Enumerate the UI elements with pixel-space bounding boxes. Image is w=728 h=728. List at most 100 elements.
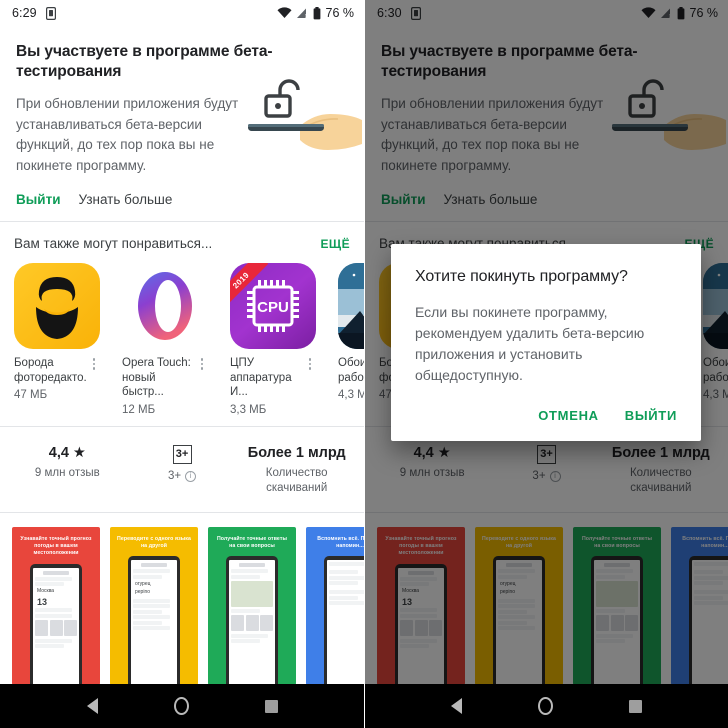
app-page-scroll-left[interactable]: Вы участвуете в программе бета-тестирова… <box>0 26 364 728</box>
opera-touch-icon[interactable] <box>122 263 208 349</box>
cpu-chip-icon[interactable]: CPU 2019 <box>230 263 316 349</box>
app-card-meta: Обои рабоч... 4,3 М <box>338 356 364 401</box>
beard-photo-editor-icon[interactable] <box>14 263 100 349</box>
suggestions-section: Вам также могут понравиться... ЕЩЁ <box>0 222 364 416</box>
status-bar-left: 6:29 76 % <box>0 0 364 26</box>
recents-square-icon[interactable] <box>264 699 278 713</box>
age-rating-badge: 3+ <box>172 444 192 464</box>
android-nav-bar[interactable] <box>0 684 364 728</box>
screenshot-carousel[interactable]: Узнавайте точный прогноз погоды в вашем … <box>0 512 364 685</box>
phone-screen: огурец pepino <box>131 560 177 685</box>
age-sub-row: 3+ i <box>125 469 240 484</box>
star-icon: ★ <box>72 444 86 461</box>
app-card-meta: Борода фоторедакто... 47 МБ <box>14 356 100 401</box>
info-icon[interactable]: i <box>185 470 197 482</box>
dialog-body: Если вы покинете программу, рекомендуем … <box>415 304 645 383</box>
learn-more-link[interactable]: Узнать больше <box>79 192 173 207</box>
app-size: 4,3 М <box>338 389 364 401</box>
phone-screen <box>327 560 364 685</box>
beta-program-card: Вы участвуете в программе бета-тестирова… <box>0 26 364 221</box>
overflow-menu-icon[interactable] <box>88 356 100 401</box>
downloads-sub: Количество скачиваний <box>265 466 328 494</box>
app-size: 3,3 МБ <box>230 403 267 416</box>
overflow-menu-icon[interactable] <box>196 356 208 416</box>
downloads-value: Более 1 млрд <box>247 444 346 461</box>
phone-screen <box>229 560 275 685</box>
phone-screen: Москва 13 <box>33 567 79 685</box>
app-card-meta: ЦПУ аппаратура И... 3,3 МБ <box>230 356 316 416</box>
age-sub: 3+ <box>167 469 182 482</box>
battery-percent: 76 % <box>325 6 355 20</box>
screenshot-card[interactable]: Узнавайте точный прогноз погоды в вашем … <box>12 526 100 685</box>
back-triangle-icon[interactable] <box>451 698 462 714</box>
dialog-leave-button[interactable]: ВЫЙТИ <box>625 408 677 423</box>
phone-mock: Москва 13 <box>30 563 82 685</box>
right-phone-panel: 6:30 76 % <box>364 0 728 728</box>
app-size: 47 МБ <box>14 389 48 401</box>
status-clock: 6:29 <box>12 6 37 20</box>
leave-beta-dialog: Хотите покинуть программу? Если вы покин… <box>391 244 701 441</box>
spacer <box>0 415 364 426</box>
dialog-actions: ОТМЕНА ВЫЙТИ <box>415 408 677 433</box>
app-stats-row: 4,4 ★ 9 млн отзыв 3+ 3+ i Бо <box>0 426 364 512</box>
app-card[interactable]: CPU 2019 ЦПУ аппаратура И... 3,3 МБ <box>230 263 316 416</box>
app-name: Opera Touch: новый быстр... <box>122 357 191 398</box>
app-card[interactable]: Обои рабоч... 4,3 М <box>338 263 364 416</box>
recents-square-icon[interactable] <box>629 699 642 713</box>
leave-beta-link[interactable]: Выйти <box>16 192 61 207</box>
stat-rating[interactable]: 4,4 ★ 9 млн отзыв <box>10 445 125 496</box>
phone-mock: огурец pepino <box>128 556 180 685</box>
app-name: Борода фоторедакто... <box>14 357 86 384</box>
app-name: ЦПУ аппаратура И... <box>230 357 292 398</box>
home-circle-icon[interactable] <box>538 697 553 715</box>
phone-mock <box>324 556 364 685</box>
map-preview <box>231 580 273 607</box>
screenshot-caption: Вспомнить всё. Помогут напомин... <box>317 535 364 549</box>
age-badge-row: 3+ <box>125 444 240 464</box>
status-bar-right-group: 76 % <box>277 6 355 20</box>
app-card[interactable]: Opera Touch: новый быстр... 12 МБ <box>122 263 208 416</box>
back-triangle-icon[interactable] <box>86 698 98 714</box>
dialog-cancel-button[interactable]: ОТМЕНА <box>538 408 599 423</box>
phone-mock <box>226 556 278 685</box>
app-size: 12 МБ <box>122 403 156 416</box>
app-card-meta: Opera Touch: новый быстр... 12 МБ <box>122 356 208 416</box>
weather-city: Москва <box>37 588 55 595</box>
sim-card-icon <box>45 6 56 20</box>
translate-target: pepino <box>135 588 151 595</box>
rating-value: 4,4 <box>48 444 69 461</box>
suggestions-more-button[interactable]: ЕЩЁ <box>321 237 350 251</box>
rating-value-row: 4,4 ★ <box>10 445 125 461</box>
screenshot-stage: 6:29 76 % Вы участвуете в программе бета… <box>0 0 728 728</box>
wallpaper-icon[interactable] <box>338 263 364 349</box>
app-name: Обои рабоч... <box>338 357 364 384</box>
wifi-icon <box>277 7 291 18</box>
screenshot-card[interactable]: Переводите с одного языка на другой огур… <box>110 526 198 685</box>
screenshot-card[interactable]: Вспомнить всё. Помогут напомин... <box>306 526 364 685</box>
left-phone-panel: 6:29 76 % Вы участвуете в программе бета… <box>0 0 364 728</box>
battery-icon <box>313 6 320 19</box>
suggested-apps-row[interactable]: Борода фоторедакто... 47 МБ <box>14 263 364 416</box>
cell-signal-off-icon <box>296 8 309 18</box>
suggestions-title: Вам также могут понравиться... <box>14 236 213 251</box>
suggestions-header: Вам также могут понравиться... ЕЩЁ <box>14 236 350 251</box>
home-circle-icon[interactable] <box>173 697 189 715</box>
screenshot-caption: Узнавайте точный прогноз погоды в вашем … <box>20 535 92 557</box>
status-bar-left-group: 6:29 <box>12 6 56 20</box>
stat-downloads[interactable]: Более 1 млрд Количество скачиваний <box>239 445 354 496</box>
app-card[interactable]: Борода фоторедакто... 47 МБ <box>14 263 100 416</box>
stat-content-rating[interactable]: 3+ 3+ i <box>125 444 240 496</box>
android-nav-bar[interactable] <box>365 684 728 728</box>
svg-text:CPU: CPU <box>257 299 289 316</box>
downloads-value-row: Более 1 млрд <box>239 445 354 461</box>
beta-card-actions: Выйти Узнать больше <box>16 192 348 221</box>
screenshot-caption: Получайте точные ответы на свои вопросы <box>216 535 288 549</box>
beta-card-body: При обновлении приложения будут устанавл… <box>16 96 239 173</box>
hand-holding-tablet-with-open-lock-icon <box>248 79 362 150</box>
translate-source: огурец <box>135 580 151 587</box>
weather-temp: 13 <box>37 597 48 608</box>
overflow-menu-icon[interactable] <box>304 356 316 416</box>
screenshot-card[interactable]: Получайте точные ответы на свои вопросы <box>208 526 296 685</box>
dialog-title: Хотите покинуть программу? <box>415 268 628 285</box>
screenshot-caption: Переводите с одного языка на другой <box>117 535 191 549</box>
